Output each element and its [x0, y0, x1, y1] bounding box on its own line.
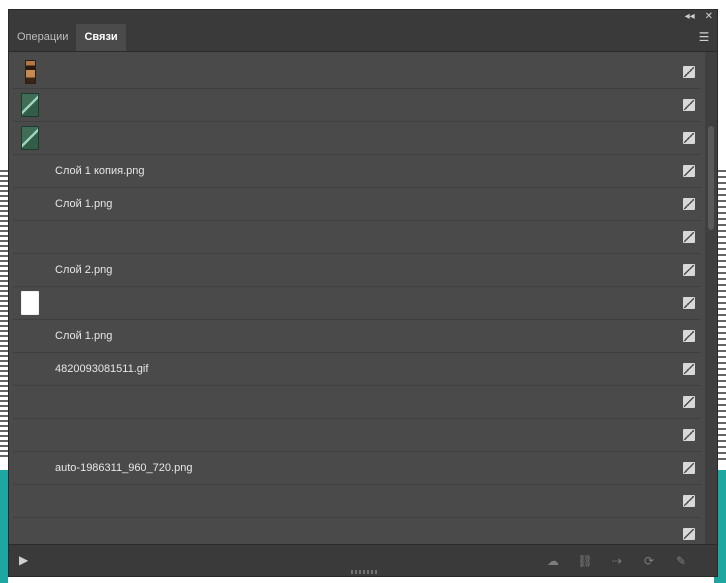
link-name: Слой 1.png: [55, 198, 113, 210]
link-icon[interactable]: ⛓: [577, 553, 593, 569]
close-icon[interactable]: ✕: [705, 10, 713, 24]
link-thumbnail: [25, 60, 36, 84]
link-status-icon[interactable]: [683, 429, 695, 441]
relink-icon[interactable]: ☁: [545, 553, 561, 569]
link-status-icon[interactable]: [683, 495, 695, 507]
links-panel: ◂◂ ✕ Операции Связи ☰ Слой 1 копия.png Сл…: [8, 9, 718, 577]
link-name: auto-1986311_960_720.png: [55, 462, 193, 474]
link-row[interactable]: Слой 1 копия.png: [13, 155, 701, 188]
link-status-icon[interactable]: [683, 132, 695, 144]
link-row[interactable]: [13, 56, 701, 89]
tab-links[interactable]: Связи: [76, 24, 126, 51]
link-status-icon[interactable]: [683, 99, 695, 111]
links-scrollbar-thumb[interactable]: [708, 126, 714, 230]
link-row[interactable]: [13, 419, 701, 452]
panel-titlebar: ◂◂ ✕: [9, 10, 717, 24]
links-content: Слой 1 копия.png Слой 1.png Слой 2.png Слой…: [9, 52, 717, 544]
panel-controls: ◂◂ ✕: [685, 10, 713, 24]
update-link-icon[interactable]: ⟳: [641, 553, 657, 569]
links-list: Слой 1 копия.png Слой 1.png Слой 2.png Слой…: [13, 56, 701, 540]
link-name: Слой 1 копия.png: [55, 165, 145, 177]
link-status-icon[interactable]: [683, 231, 695, 243]
link-name: Слой 1.png: [55, 330, 113, 342]
link-name: 4820093081511.gif: [55, 363, 149, 375]
link-row[interactable]: [13, 122, 701, 155]
background-strip-left: [0, 170, 8, 460]
link-status-icon[interactable]: [683, 363, 695, 375]
link-row[interactable]: auto-1986311_960_720.png: [13, 452, 701, 485]
goto-link-icon[interactable]: ⇢: [609, 553, 625, 569]
panel-tabs: Операции Связи ☰: [9, 24, 717, 52]
link-name: Слой 2.png: [55, 264, 113, 276]
panel-bottom-toolbar: ▶ ☁ ⛓ ⇢ ⟳ ✎: [9, 544, 717, 576]
link-status-icon[interactable]: [683, 66, 695, 78]
link-status-icon[interactable]: [683, 264, 695, 276]
link-row[interactable]: [13, 386, 701, 419]
link-status-icon[interactable]: [683, 297, 695, 309]
link-thumbnail: [21, 126, 39, 150]
link-row[interactable]: Слой 2.png: [13, 254, 701, 287]
link-thumbnail: [21, 93, 39, 117]
bottom-tools: ☁ ⛓ ⇢ ⟳ ✎: [545, 553, 689, 569]
link-row[interactable]: 4820093081511.gif: [13, 353, 701, 386]
link-status-icon[interactable]: [683, 198, 695, 210]
link-row[interactable]: [13, 89, 701, 122]
link-thumbnail: [21, 291, 39, 315]
link-row[interactable]: Слой 1.png: [13, 320, 701, 353]
link-row[interactable]: [13, 518, 701, 540]
link-row[interactable]: [13, 221, 701, 254]
panel-menu-icon[interactable]: ☰: [697, 30, 711, 44]
background-teal-left: [0, 470, 8, 583]
link-status-icon[interactable]: [683, 330, 695, 342]
edit-original-icon[interactable]: ✎: [673, 553, 689, 569]
tab-operations[interactable]: Операции: [9, 24, 76, 51]
link-status-icon[interactable]: [683, 462, 695, 474]
link-row[interactable]: Слой 1.png: [13, 188, 701, 221]
link-row[interactable]: [13, 485, 701, 518]
collapse-icon[interactable]: ◂◂: [685, 10, 695, 24]
link-status-icon[interactable]: [683, 396, 695, 408]
link-status-icon[interactable]: [683, 528, 695, 540]
link-row[interactable]: [13, 287, 701, 320]
links-scrollbar[interactable]: [705, 52, 717, 544]
resize-grip[interactable]: [351, 570, 377, 574]
expand-icon[interactable]: ▶: [19, 554, 31, 566]
link-status-icon[interactable]: [683, 165, 695, 177]
